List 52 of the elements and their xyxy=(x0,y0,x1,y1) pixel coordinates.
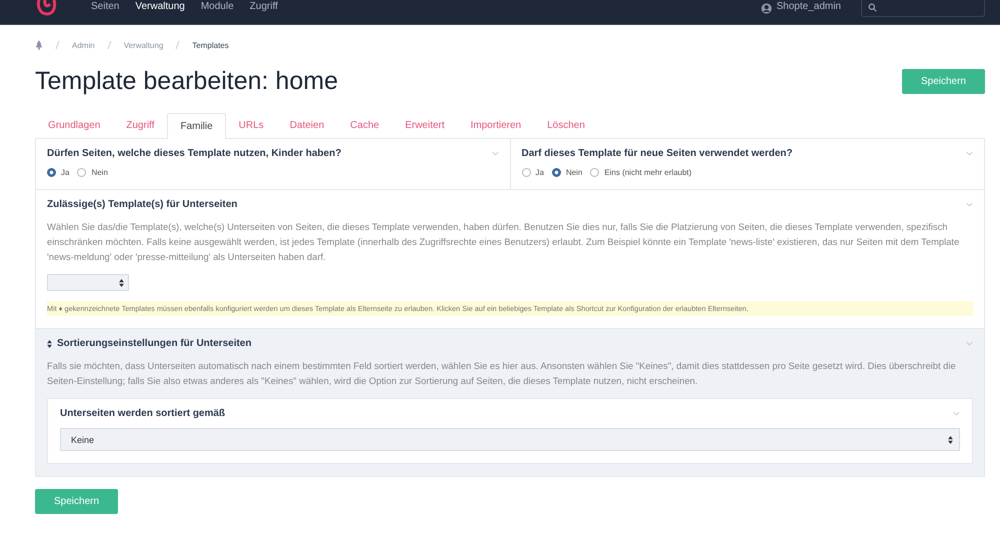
tab[interactable]: Familie xyxy=(167,113,226,139)
radio-label: Nein xyxy=(91,168,108,177)
sort-icon xyxy=(47,340,52,348)
radio-label: Nein xyxy=(566,168,582,177)
radio-label: Ja xyxy=(61,168,70,177)
tab[interactable]: Grundlagen xyxy=(35,112,114,138)
radio-button[interactable] xyxy=(47,168,56,177)
field-description: Falls sie möchten, dass Unterseiten automatisch nach einem bestimmten Feld sortiert werden, wählen Sie es hier aus. Ansonsten wählen Sie "Keines", damit dies stattdessen pro Seite gesetzt wird. Dies überschreibt die Seiten-Einstellung; falls Sie also etwas anderes als "Keines" wählen, wird die Option zur Sortierung auf Seiten, die dieses Template nutzen, nicht erscheinen. xyxy=(47,359,957,388)
search-icon xyxy=(868,3,877,12)
field-label: Unterseiten werden sortiert gemäß xyxy=(60,408,226,419)
radio-button[interactable] xyxy=(522,168,530,177)
radio-label: Eins (nicht mehr erlaubt) xyxy=(604,168,692,177)
chevron-icon[interactable] xyxy=(492,151,498,156)
chevron-icon[interactable] xyxy=(966,151,973,156)
logo-icon[interactable] xyxy=(35,0,59,16)
select-field[interactable]: Keine xyxy=(60,428,960,451)
radio-button[interactable] xyxy=(590,168,600,177)
radio-label: Ja xyxy=(536,168,544,177)
field-label: Dürfen Seiten, welche dieses Template nutzen, Kinder haben? xyxy=(47,148,342,159)
chevron-icon[interactable] xyxy=(966,202,973,207)
breadcrumb-link[interactable]: Admin xyxy=(72,40,95,50)
tab[interactable]: Zugriff xyxy=(113,112,168,138)
user-icon xyxy=(760,2,772,14)
chevron-icon[interactable] xyxy=(953,411,960,416)
chevron-icon[interactable] xyxy=(966,341,973,346)
tab[interactable]: Cache xyxy=(337,112,392,138)
save-button[interactable]: Speichern xyxy=(35,489,118,514)
radio-button[interactable] xyxy=(552,168,561,177)
breadcrumb-link[interactable]: Templates xyxy=(192,40,229,50)
search-field[interactable] xyxy=(861,0,985,16)
field-label: Zulässige(s) Template(s) für Unterseiten xyxy=(47,199,238,210)
breadcrumb-link[interactable]: Verwaltung xyxy=(124,40,164,50)
field-description: Wählen Sie das/die Template(s), welche(s) Unterseiten von Seiten, die dieses Template verwenden, haben dürfen. Benutzen Sie dies nur, falls Sie die Platzierung von Seiten, die dieses Template verwenden, spezifisch einschränken möchten. Falls keine ausgewählt werden, ist jedes Template (innerhalb des Zugriffsrechte eines Benutzers) erlaubt. Zum Beispiel könnte ein Template 'news-liste' existieren, das nur Seiten mit dem Template 'news-meldung' oder 'presse-mitteilung' als Unterseiten haben darf. xyxy=(47,220,960,264)
nav-link[interactable]: Zugriff xyxy=(250,0,278,12)
nav-link[interactable]: Module xyxy=(200,0,234,12)
sort-icon xyxy=(119,278,124,286)
nav-link[interactable]: Verwaltung xyxy=(135,0,185,12)
nav-link[interactable]: Seiten xyxy=(91,0,120,12)
select-field[interactable] xyxy=(47,274,129,291)
radio-button[interactable] xyxy=(77,168,86,177)
tab[interactable]: Erweitert xyxy=(392,112,458,138)
field-label: Darf dieses Template für neue Seiten verwendet werden? xyxy=(522,148,793,159)
field-label: Sortierungseinstellungen für Unterseiten xyxy=(57,338,252,349)
tree-icon[interactable] xyxy=(35,40,43,50)
sort-icon xyxy=(948,436,953,444)
page-title: Template bearbeiten: home xyxy=(35,66,338,96)
tab[interactable]: Dateien xyxy=(276,112,338,138)
tab[interactable]: Importieren xyxy=(458,112,534,138)
save-button[interactable]: Speichern xyxy=(902,68,985,94)
tab[interactable]: URLs xyxy=(226,112,277,138)
tab[interactable]: Löschen xyxy=(534,112,598,138)
user-name[interactable]: Shopte_admin xyxy=(776,0,841,12)
